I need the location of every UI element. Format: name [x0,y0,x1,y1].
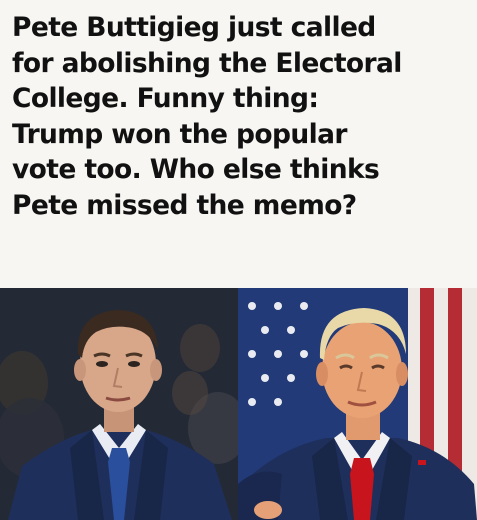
caption-line: Pete Buttigieg just called [12,12,376,43]
meme-image: Pete Buttigieg just called for abolishin… [0,0,477,520]
caption-line: vote too. Who else thinks [12,154,380,185]
caption-line: Pete missed the memo? [12,189,357,221]
caption-text: Pete Buttigieg just called for abolishin… [12,10,472,223]
buttigieg-portrait [0,288,238,520]
caption-panel: Pete Buttigieg just called for abolishin… [0,0,477,288]
caption-line: College. Funny thing: [12,83,319,114]
buttigieg-photo [0,288,238,520]
caption-line: Trump won the popular [12,118,347,150]
trump-photo [238,288,477,520]
trump-portrait [238,288,477,520]
caption-line: for abolishing the Electoral [12,47,402,79]
